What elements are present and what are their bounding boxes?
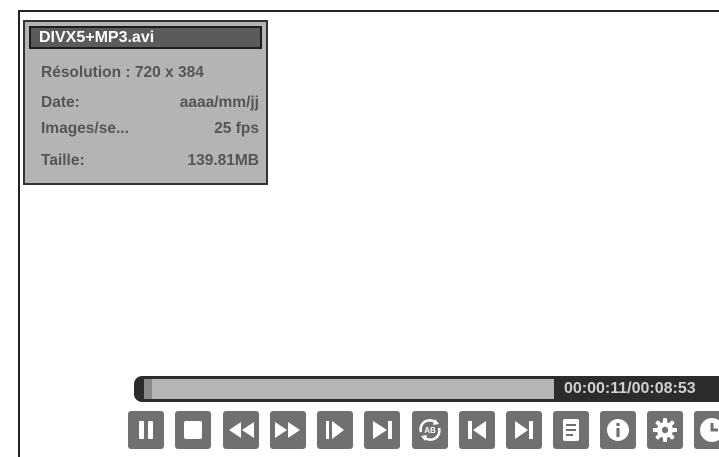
pause-icon bbox=[131, 415, 161, 445]
step-forward-button[interactable] bbox=[317, 411, 353, 449]
fps-label: Images/se... bbox=[41, 120, 129, 137]
repeat-ab-label: AB bbox=[424, 426, 436, 435]
slow-play-button[interactable] bbox=[364, 411, 400, 449]
previous-icon bbox=[462, 415, 492, 445]
subtitle-button[interactable] bbox=[553, 411, 589, 449]
repeat-ab-icon: AB bbox=[415, 415, 445, 445]
video-screen: DIVX5+MP3.avi Résolution : 720 x 384 Dat… bbox=[0, 0, 719, 457]
screen-border-left bbox=[18, 10, 20, 457]
screen-border-top bbox=[18, 10, 719, 12]
file-name: DIVX5+MP3.avi bbox=[29, 26, 262, 49]
progress-bar[interactable]: 00:00:11/00:08:53 bbox=[134, 376, 719, 402]
gear-icon bbox=[650, 415, 680, 445]
previous-button[interactable] bbox=[459, 411, 495, 449]
size-value: 139.81MB bbox=[187, 152, 259, 169]
rewind-icon bbox=[226, 415, 256, 445]
stop-button[interactable] bbox=[175, 411, 211, 449]
progress-fill bbox=[144, 379, 152, 399]
step-forward-icon bbox=[320, 415, 350, 445]
file-info-panel: DIVX5+MP3.avi Résolution : 720 x 384 Dat… bbox=[23, 20, 268, 185]
pause-button[interactable] bbox=[128, 411, 164, 449]
repeat-ab-button[interactable]: AB bbox=[412, 411, 448, 449]
next-icon bbox=[509, 415, 539, 445]
fast-forward-button[interactable] bbox=[270, 411, 306, 449]
rewind-button[interactable] bbox=[223, 411, 259, 449]
progress-track[interactable] bbox=[144, 379, 554, 399]
date-value: aaaa/mm/jj bbox=[179, 94, 259, 111]
next-button[interactable] bbox=[506, 411, 542, 449]
stop-icon bbox=[178, 415, 208, 445]
resolution-text: Résolution : 720 x 384 bbox=[41, 64, 204, 81]
clock-icon bbox=[697, 415, 719, 445]
control-bar: AB bbox=[128, 411, 719, 451]
slow-play-icon bbox=[367, 415, 397, 445]
document-icon bbox=[556, 415, 586, 445]
info-icon bbox=[603, 415, 633, 445]
info-button[interactable] bbox=[600, 411, 636, 449]
date-label: Date: bbox=[41, 94, 80, 111]
timer-button[interactable] bbox=[694, 411, 719, 449]
fast-forward-icon bbox=[273, 415, 303, 445]
fps-value: 25 fps bbox=[214, 120, 259, 137]
time-display: 00:00:11/00:08:53 bbox=[564, 380, 696, 397]
settings-button[interactable] bbox=[647, 411, 683, 449]
size-label: Taille: bbox=[41, 152, 85, 169]
